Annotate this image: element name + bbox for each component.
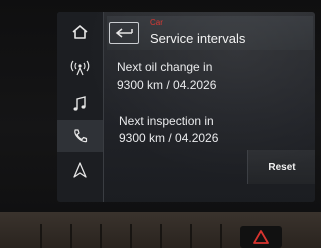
sidebar-item-music[interactable]	[57, 88, 103, 120]
back-arrow-icon	[115, 28, 133, 38]
vent-slat	[130, 224, 132, 248]
oil-change-label: Next oil change in	[117, 60, 213, 74]
infotainment-screen: Car Service intervals Next oil change in…	[57, 12, 315, 202]
page-title: Service intervals	[150, 31, 246, 46]
inspection-value: 9300 km / 04.2026	[119, 131, 219, 145]
music-note-icon	[73, 96, 86, 111]
vent-slat	[220, 224, 222, 248]
breadcrumb: Car	[150, 18, 163, 27]
vent-slat	[160, 224, 162, 248]
sidebar	[57, 12, 103, 202]
sidebar-divider	[103, 12, 104, 202]
vent-slat	[70, 224, 72, 248]
vent-slat	[100, 224, 102, 248]
sidebar-item-phone[interactable]	[57, 120, 103, 152]
inspection-label: Next inspection in	[119, 114, 214, 128]
navigation-icon	[73, 162, 87, 178]
sidebar-item-navigation[interactable]	[57, 154, 103, 186]
vent-slat	[40, 224, 42, 248]
sidebar-item-home[interactable]	[57, 16, 103, 48]
oil-change-value: 9300 km / 04.2026	[117, 78, 217, 92]
phone-icon	[74, 129, 88, 143]
sidebar-item-radio[interactable]	[57, 52, 103, 84]
hazard-button[interactable]	[240, 226, 282, 248]
radio-icon	[70, 60, 90, 76]
reset-button[interactable]: Reset	[247, 150, 315, 184]
back-button[interactable]	[109, 22, 139, 44]
home-icon	[72, 25, 88, 39]
hazard-triangle-icon	[253, 230, 269, 244]
vent-slat	[190, 224, 192, 248]
